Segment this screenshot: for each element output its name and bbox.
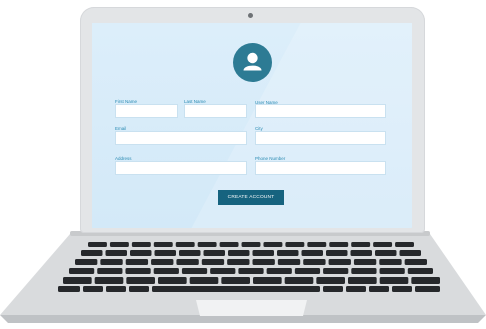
keyboard-key[interactable] (203, 250, 226, 256)
keyboard-key[interactable] (125, 259, 149, 265)
keyboard-key[interactable] (399, 250, 422, 256)
keyboard-key[interactable] (375, 250, 397, 256)
keyboard-key[interactable] (75, 259, 98, 265)
keyboard-key[interactable] (176, 259, 199, 265)
keyboard-key[interactable] (151, 259, 174, 265)
keyboard-key[interactable] (179, 250, 201, 256)
keyboard-key[interactable] (392, 286, 412, 292)
keyboard-key[interactable] (285, 242, 305, 247)
keyboard-key[interactable] (227, 259, 250, 265)
webcam-icon (248, 13, 253, 18)
keyboard-key[interactable] (106, 286, 126, 292)
last-name-field[interactable] (184, 104, 247, 118)
keyboard-key[interactable] (373, 242, 393, 247)
keyboard-key[interactable] (316, 277, 345, 284)
keyboard-key[interactable] (181, 268, 208, 274)
keyboard-key[interactable] (307, 242, 327, 247)
keyboard-key[interactable] (125, 268, 151, 274)
keyboard-key[interactable] (100, 259, 123, 265)
keyboard-key[interactable] (253, 277, 282, 284)
keyboard-key[interactable] (158, 277, 187, 284)
keyboard-key[interactable] (404, 259, 427, 265)
keyboard-key[interactable] (284, 277, 314, 284)
keyboard-key[interactable] (63, 277, 92, 284)
keyboard-key[interactable] (323, 286, 343, 292)
keyboard-key[interactable] (252, 250, 275, 256)
keyboard-key[interactable] (238, 268, 264, 274)
keyboard-key[interactable] (350, 250, 373, 256)
keyboard-key[interactable] (154, 250, 177, 256)
keyboard-key[interactable] (346, 286, 366, 292)
keyboard-key[interactable] (263, 242, 283, 247)
keyboard-key[interactable] (58, 286, 80, 292)
keyboard-key[interactable] (197, 242, 217, 247)
keyboard-key[interactable] (129, 286, 149, 292)
keyboard-key[interactable] (83, 286, 103, 292)
keyboard-key[interactable] (379, 268, 405, 274)
keyboard-key[interactable] (88, 242, 107, 247)
keyboard-key[interactable] (94, 277, 124, 284)
keyboard-key[interactable] (130, 250, 152, 256)
spacebar-key[interactable] (152, 286, 320, 292)
create-account-button[interactable]: CREATE ACCOUNT (218, 190, 284, 205)
email-field[interactable] (115, 131, 247, 145)
keyboard-key[interactable] (348, 277, 377, 284)
keyboard-key[interactable] (105, 250, 128, 256)
keyboard-key[interactable] (131, 242, 151, 247)
laptop: First Name Last Name User Name Email Cit… (0, 0, 486, 329)
keyboard-key[interactable] (241, 242, 261, 247)
keyboard-key[interactable] (379, 259, 402, 265)
keyboard-key[interactable] (266, 268, 292, 274)
keyboard-key[interactable] (303, 259, 326, 265)
keyboard-key[interactable] (81, 250, 103, 256)
user-avatar-icon (233, 43, 272, 82)
keyboard-key[interactable] (189, 277, 219, 284)
keyboard-key[interactable] (126, 277, 155, 284)
keyboard-key[interactable] (353, 259, 377, 265)
keyboard-key[interactable] (395, 242, 414, 247)
keyboard-key[interactable] (153, 268, 179, 274)
keyboard-key[interactable] (326, 250, 348, 256)
keyboard-key[interactable] (69, 268, 95, 274)
keyboard-key[interactable] (323, 268, 349, 274)
keyboard-key[interactable] (221, 277, 250, 284)
keyboard-key[interactable] (109, 242, 129, 247)
keyboard-key[interactable] (329, 242, 349, 247)
keyboard-key[interactable] (97, 268, 123, 274)
keyboard-key[interactable] (252, 259, 275, 265)
phone-number-field[interactable] (255, 161, 386, 175)
first-name-field[interactable] (115, 104, 178, 118)
keyboard-key[interactable] (294, 268, 321, 274)
screen: First Name Last Name User Name Email Cit… (92, 23, 412, 228)
keyboard-key[interactable] (277, 259, 301, 265)
keyboard-key[interactable] (415, 286, 440, 292)
keyboard-key[interactable] (153, 242, 173, 247)
keyboard-key[interactable] (175, 242, 195, 247)
keyboard-key[interactable] (379, 277, 409, 284)
keyboard-key[interactable] (411, 277, 440, 284)
keyboard-key[interactable] (228, 250, 250, 256)
keyboard-key[interactable] (351, 268, 377, 274)
keyboard-key[interactable] (219, 242, 239, 247)
keyboard-key[interactable] (351, 242, 371, 247)
keyboard-key[interactable] (301, 250, 324, 256)
address-field[interactable] (115, 161, 247, 175)
keyboard-key[interactable] (277, 250, 299, 256)
keyboard-key[interactable] (407, 268, 433, 274)
city-field[interactable] (255, 131, 386, 145)
keyboard-key[interactable] (328, 259, 351, 265)
keyboard-key[interactable] (210, 268, 236, 274)
keyboard-key[interactable] (201, 259, 225, 265)
user-name-field[interactable] (255, 104, 386, 118)
keyboard-key[interactable] (369, 286, 389, 292)
